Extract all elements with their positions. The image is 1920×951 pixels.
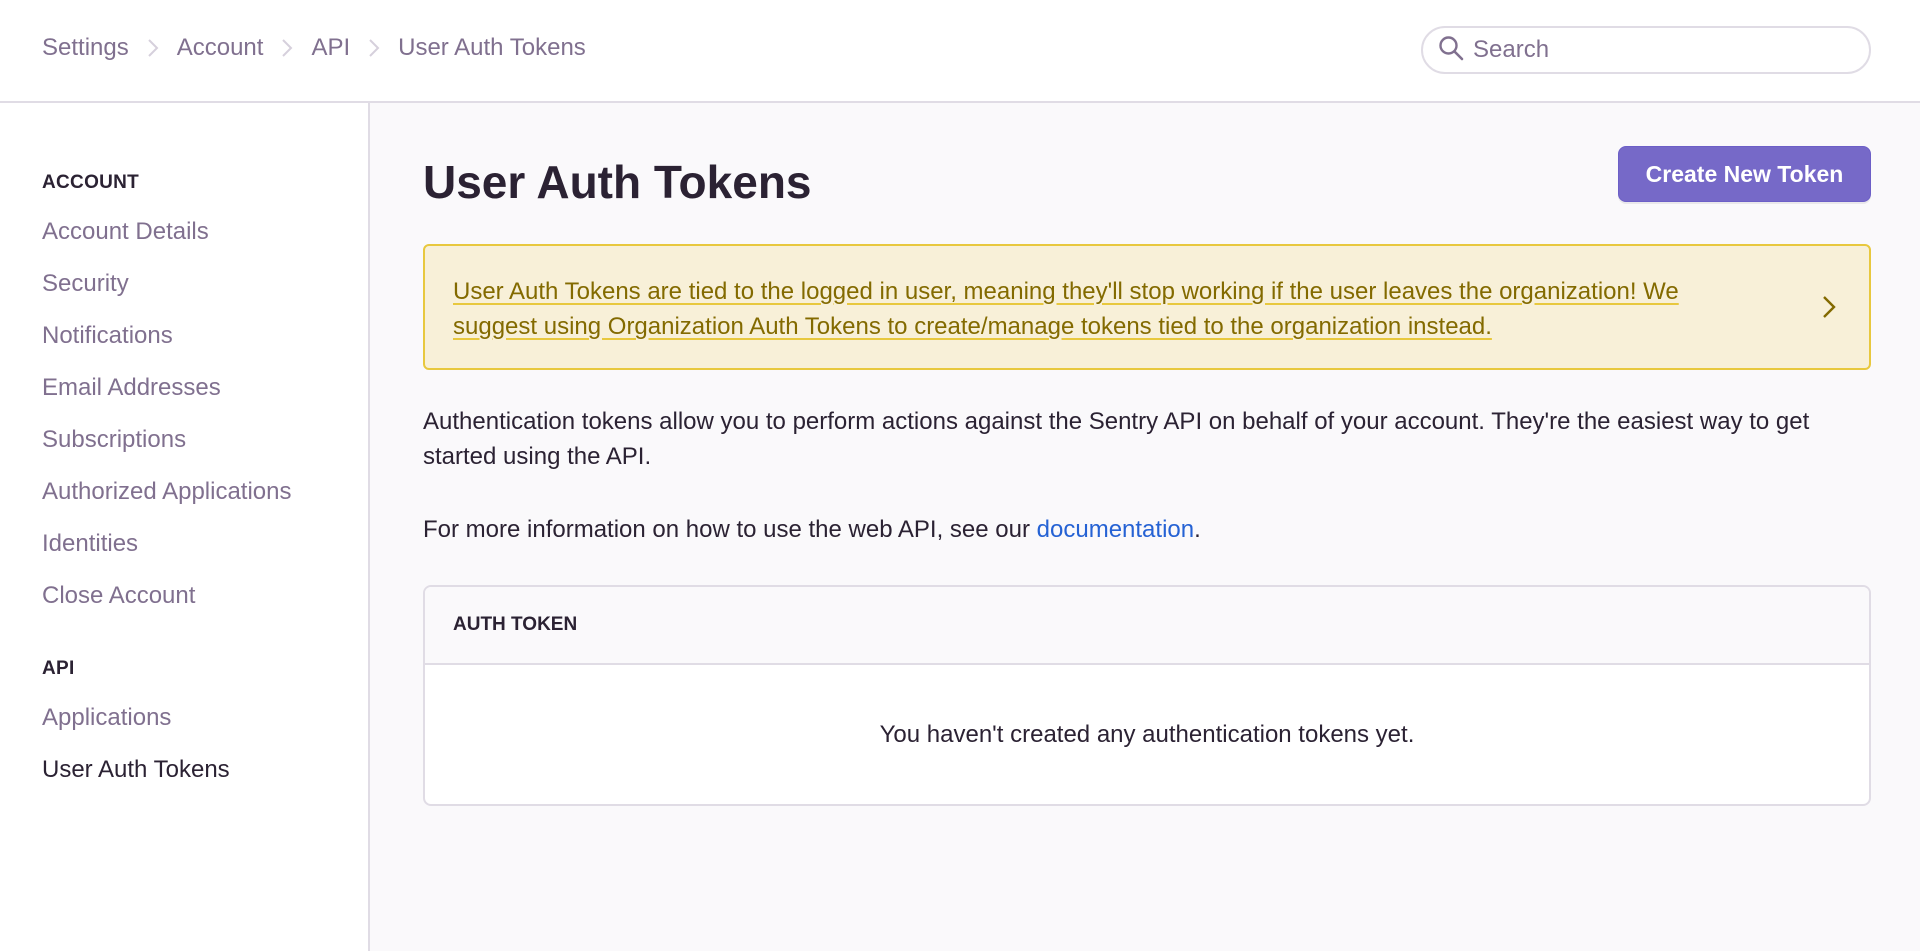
sidebar-item-security[interactable]: Security xyxy=(42,270,129,298)
sidebar-item-email-addresses[interactable]: Email Addresses xyxy=(42,374,221,402)
sidebar-item-notifications[interactable]: Notifications xyxy=(42,322,173,350)
documentation-link[interactable]: documentation xyxy=(1037,516,1194,543)
breadcrumb-user-auth-tokens: User Auth Tokens xyxy=(398,34,586,61)
warning-alert[interactable]: User Auth Tokens are tied to the logged … xyxy=(423,244,1871,370)
chevron-right-icon xyxy=(263,38,311,58)
sidebar-heading-api: API xyxy=(42,658,75,679)
sidebar-item-applications[interactable]: Applications xyxy=(42,704,171,732)
sidebar-item-authorized-applications[interactable]: Authorized Applications xyxy=(42,478,292,506)
breadcrumb: Settings Account API User Auth Tokens xyxy=(42,34,586,62)
auth-tokens-panel: AUTH TOKEN You haven't created any authe… xyxy=(423,585,1871,806)
page-title: User Auth Tokens xyxy=(423,156,812,208)
info-text: For more information on how to use the w… xyxy=(423,512,1871,547)
main-content: User Auth Tokens Create New Token User A… xyxy=(372,103,1920,951)
settings-sidebar: ACCOUNT Account Details Security Notific… xyxy=(0,103,370,951)
top-header: Settings Account API User Auth Tokens xyxy=(0,0,1920,103)
sidebar-item-close-account[interactable]: Close Account xyxy=(42,582,195,610)
description-text: Authentication tokens allow you to perfo… xyxy=(423,408,1810,470)
sidebar-item-subscriptions[interactable]: Subscriptions xyxy=(42,426,186,454)
breadcrumb-account[interactable]: Account xyxy=(177,34,264,62)
sidebar-heading-account: ACCOUNT xyxy=(42,172,140,193)
warning-alert-text[interactable]: User Auth Tokens are tied to the logged … xyxy=(453,274,1753,344)
create-new-token-button[interactable]: Create New Token xyxy=(1618,146,1871,202)
search-box[interactable] xyxy=(1421,26,1871,74)
info-text-suffix: . xyxy=(1194,516,1201,543)
search-icon xyxy=(1437,34,1465,67)
search-input[interactable] xyxy=(1473,36,1853,64)
sidebar-item-user-auth-tokens[interactable]: User Auth Tokens xyxy=(42,756,230,784)
sidebar-item-account-details[interactable]: Account Details xyxy=(42,218,209,246)
empty-state-message: You haven't created any authentication t… xyxy=(879,720,1415,748)
chevron-right-icon xyxy=(1819,292,1839,322)
panel-header-auth-token: AUTH TOKEN xyxy=(425,587,1869,665)
sidebar-item-identities[interactable]: Identities xyxy=(42,530,138,558)
chevron-right-icon xyxy=(129,38,177,58)
breadcrumb-api[interactable]: API xyxy=(311,34,350,62)
breadcrumb-settings[interactable]: Settings xyxy=(42,34,129,62)
chevron-right-icon xyxy=(350,38,398,58)
info-text-prefix: For more information on how to use the w… xyxy=(423,516,1037,543)
